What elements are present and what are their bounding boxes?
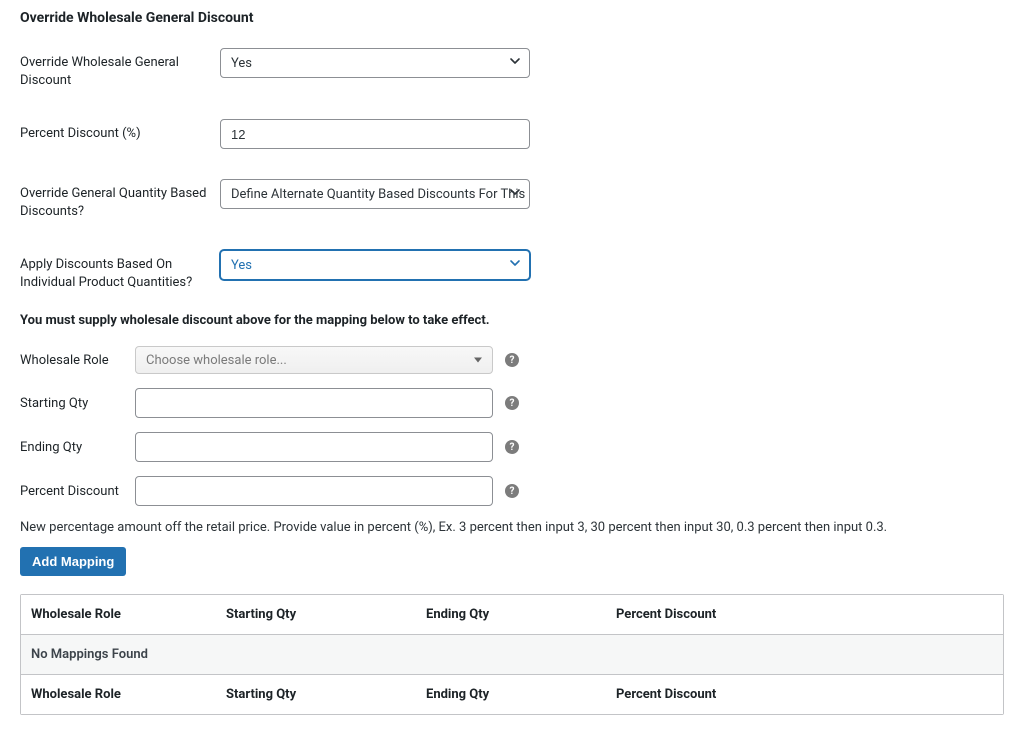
table-empty-row: No Mappings Found [21, 634, 1003, 675]
col-percent: Percent Discount [616, 607, 993, 622]
mapping-start-row: Starting Qty ? [20, 388, 1004, 418]
apply-individual-label: Apply Discounts Based On Individual Prod… [20, 250, 220, 291]
field-percent-discount: Percent Discount (%) [20, 119, 1004, 149]
percent-discount-label: Percent Discount (%) [20, 119, 220, 143]
mapping-role-row: Wholesale Role Choose wholesale role... … [20, 346, 1004, 374]
table-footer-row: Wholesale Role Starting Qty Ending Qty P… [21, 675, 1003, 714]
mappings-table: Wholesale Role Starting Qty Ending Qty P… [20, 594, 1004, 715]
override-qty-select[interactable]: Define Alternate Quantity Based Discount… [220, 179, 530, 209]
table-header-row: Wholesale Role Starting Qty Ending Qty P… [21, 595, 1003, 634]
chevron-down-icon [509, 257, 521, 273]
override-qty-value: Define Alternate Quantity Based Discount… [231, 187, 530, 202]
help-icon[interactable]: ? [505, 440, 519, 454]
help-icon[interactable]: ? [505, 396, 519, 410]
apply-individual-select[interactable]: Yes [220, 250, 530, 280]
col-percent: Percent Discount [616, 687, 993, 702]
chevron-down-icon [509, 55, 521, 71]
help-icon[interactable]: ? [505, 484, 519, 498]
override-general-select[interactable]: Yes [220, 48, 530, 78]
mapping-role-label: Wholesale Role [20, 353, 135, 368]
col-start: Starting Qty [226, 607, 426, 622]
field-override-general: Override Wholesale General Discount Yes [20, 48, 1004, 89]
col-role: Wholesale Role [31, 687, 226, 702]
col-role: Wholesale Role [31, 607, 226, 622]
help-icon[interactable]: ? [505, 353, 519, 367]
mapping-hint: New percentage amount off the retail pri… [20, 520, 1004, 535]
ending-qty-input[interactable] [135, 432, 493, 462]
wholesale-role-select[interactable]: Choose wholesale role... [135, 346, 493, 374]
override-general-value: Yes [231, 56, 252, 71]
override-general-label: Override Wholesale General Discount [20, 48, 220, 89]
section-title: Override Wholesale General Discount [20, 10, 1004, 26]
col-end: Ending Qty [426, 607, 616, 622]
mapping-percent-row: Percent Discount ? [20, 476, 1004, 506]
field-apply-individual: Apply Discounts Based On Individual Prod… [20, 250, 1004, 291]
col-start: Starting Qty [226, 687, 426, 702]
table-empty-text: No Mappings Found [31, 647, 148, 662]
mapping-percent-label: Percent Discount [20, 484, 135, 499]
mapping-notice: You must supply wholesale discount above… [20, 313, 1004, 328]
wholesale-role-placeholder: Choose wholesale role... [146, 353, 287, 368]
starting-qty-input[interactable] [135, 388, 493, 418]
field-override-qty: Override General Quantity Based Discount… [20, 179, 1004, 220]
caret-down-icon [474, 358, 482, 363]
override-qty-label: Override General Quantity Based Discount… [20, 179, 220, 220]
mapping-start-label: Starting Qty [20, 396, 135, 411]
mapping-end-label: Ending Qty [20, 440, 135, 455]
add-mapping-button[interactable]: Add Mapping [20, 547, 126, 576]
apply-individual-value: Yes [231, 258, 252, 273]
mapping-end-row: Ending Qty ? [20, 432, 1004, 462]
col-end: Ending Qty [426, 687, 616, 702]
mapping-percent-input[interactable] [135, 476, 493, 506]
percent-discount-input[interactable] [220, 119, 530, 149]
